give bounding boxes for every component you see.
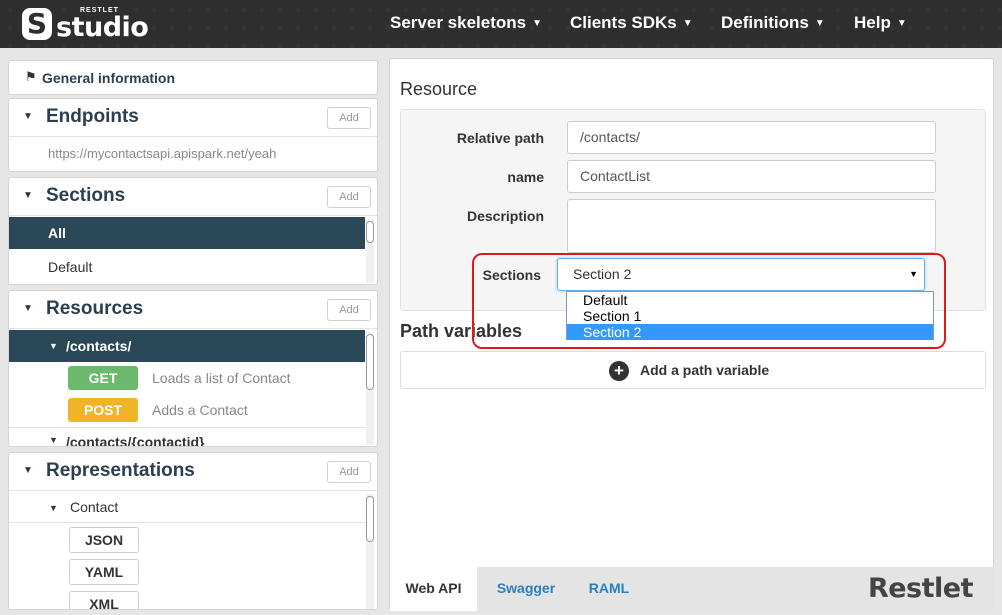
add-endpoint-button[interactable]: Add [327, 107, 371, 129]
section-item-all[interactable]: All [9, 217, 365, 249]
divider [9, 427, 365, 428]
restlet-s-icon: S [22, 8, 52, 40]
nav-server-skeletons[interactable]: Server skeletons ▼ [390, 0, 542, 48]
resource-editor-panel: Resource Relative path /contacts/ name C… [389, 58, 995, 611]
sections-header[interactable]: ▼ Sections Add [9, 178, 377, 216]
description-textarea[interactable] [567, 199, 936, 253]
resources-header[interactable]: ▼ Resources Add [9, 291, 377, 329]
top-navbar: S RESTLET studio Server skeletons ▼ Clien… [0, 0, 1002, 48]
representations-scrollbar-thumb[interactable] [366, 496, 374, 542]
collapse-triangle-icon[interactable]: ▼ [23, 303, 33, 314]
get-method-description[interactable]: Loads a list of Contact [152, 370, 291, 386]
representation-item-contact[interactable]: Contact [70, 499, 118, 515]
resource-item-contactid[interactable]: /contacts/{contactid} [66, 434, 204, 446]
endpoints-panel: ▼ Endpoints Add https://mycontactsapi.ap… [8, 98, 378, 172]
caret-down-icon: ▼ [532, 18, 542, 29]
logo-studio-text: studio [56, 12, 149, 43]
representations-header[interactable]: ▼ Representations Add [9, 453, 377, 491]
caret-down-icon: ▼ [814, 18, 825, 29]
format-xml-button[interactable]: XML [69, 591, 139, 609]
representations-panel: ▼ Representations Add ▼ Contact JSON YAM… [8, 452, 378, 610]
add-path-variable-label: Add a path variable [640, 362, 770, 378]
format-yaml-button[interactable]: YAML [69, 559, 139, 585]
nav-label: Server skeletons [390, 13, 527, 32]
add-representation-button[interactable]: Add [327, 461, 371, 483]
post-method-badge[interactable]: POST [68, 398, 138, 422]
nav-label: Clients SDKs [570, 13, 677, 32]
collapse-triangle-icon[interactable]: ▼ [23, 190, 33, 201]
caret-down-icon: ▼ [896, 18, 907, 29]
endpoints-title: Endpoints [46, 106, 139, 127]
name-label: name [507, 169, 544, 185]
general-information-panel[interactable]: ⚑ General information [8, 60, 378, 95]
sections-scrollbar-thumb[interactable] [366, 221, 374, 243]
endpoints-header[interactable]: ▼ Endpoints Add [9, 99, 377, 137]
nav-definitions[interactable]: Definitions ▼ [721, 0, 825, 48]
expand-triangle-icon[interactable]: ▼ [49, 330, 58, 362]
representations-title: Representations [46, 460, 195, 481]
relative-path-input[interactable]: /contacts/ [567, 121, 936, 154]
nav-clients-sdks[interactable]: Clients SDKs ▼ [570, 0, 693, 48]
resource-path: /contacts/ [66, 338, 132, 354]
endpoint-url[interactable]: https://mycontactsapi.apispark.net/yeah [48, 146, 276, 161]
add-resource-button[interactable]: Add [327, 299, 371, 321]
general-information-label: General information [42, 70, 176, 86]
format-json-button[interactable]: JSON [69, 527, 139, 553]
tab-web-api[interactable]: Web API [390, 567, 477, 611]
page-title: Resource [400, 79, 478, 99]
section-item-default[interactable]: Default [9, 251, 365, 283]
studio-logo[interactable]: S RESTLET studio [22, 6, 149, 43]
nav-label: Help [854, 13, 891, 32]
expand-triangle-icon[interactable]: ▼ [49, 435, 58, 445]
annotation-highlight-box [472, 253, 946, 349]
sections-title: Sections [46, 185, 126, 206]
plus-circle-icon: + [609, 361, 629, 381]
resource-item-contacts[interactable]: ▼ /contacts/ [9, 330, 365, 362]
resources-panel: ▼ Resources Add ▼ /contacts/ GET Loads a… [8, 290, 378, 447]
post-method-description[interactable]: Adds a Contact [152, 402, 248, 418]
get-method-badge[interactable]: GET [68, 366, 138, 390]
restlet-logo: Restlet [867, 573, 974, 604]
resources-title: Resources [46, 298, 144, 319]
expand-triangle-icon[interactable]: ▼ [49, 503, 58, 513]
add-path-variable-button[interactable]: + Add a path variable [400, 351, 986, 389]
nav-label: Definitions [721, 13, 809, 32]
resources-scrollbar-thumb[interactable] [366, 334, 374, 390]
collapse-triangle-icon[interactable]: ▼ [23, 111, 33, 122]
description-label: Description [466, 208, 544, 224]
add-section-button[interactable]: Add [327, 186, 371, 208]
name-input[interactable]: ContactList [567, 160, 936, 193]
divider [9, 522, 365, 523]
bottom-tab-bar: Web API Swagger RAML Restlet [390, 567, 995, 611]
tab-swagger[interactable]: Swagger [486, 567, 566, 611]
caret-down-icon: ▼ [682, 18, 693, 29]
nav-help[interactable]: Help ▼ [854, 0, 907, 48]
collapse-triangle-icon[interactable]: ▼ [23, 465, 33, 476]
tab-raml[interactable]: RAML [576, 567, 642, 611]
sections-panel: ▼ Sections Add All Default [8, 177, 378, 285]
relative-path-label: Relative path [456, 130, 544, 146]
flag-icon: ⚑ [25, 69, 37, 84]
